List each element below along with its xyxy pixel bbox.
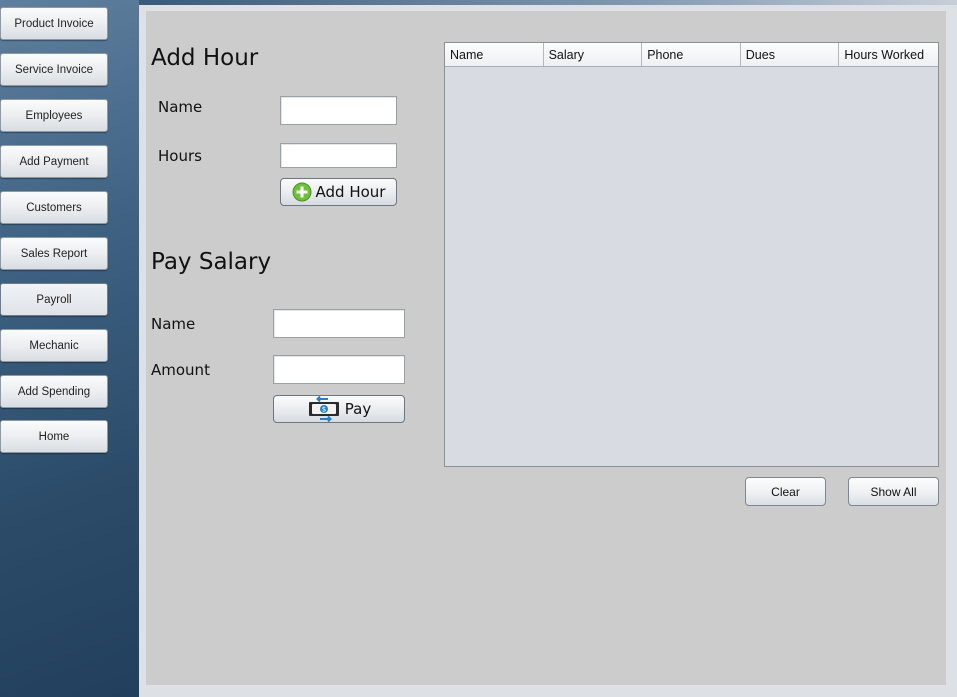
- pay-salary-name-input[interactable]: [273, 309, 405, 338]
- column-header-dues[interactable]: Dues: [741, 43, 840, 66]
- amount-label: Amount: [151, 361, 210, 379]
- money-transfer-icon: $: [307, 395, 341, 423]
- pay-button-label: Pay: [344, 400, 372, 418]
- nav-customers-button[interactable]: Customers: [0, 191, 108, 224]
- show-all-button[interactable]: Show All: [848, 477, 939, 506]
- nav-add-payment-button[interactable]: Add Payment: [0, 145, 108, 178]
- nav-add-spending-button[interactable]: Add Spending: [0, 375, 108, 408]
- amount-input[interactable]: [273, 355, 405, 384]
- nav-employees-button[interactable]: Employees: [0, 99, 108, 132]
- nav-product-invoice-button[interactable]: Product Invoice: [0, 7, 108, 40]
- column-header-hours-worked[interactable]: Hours Worked: [839, 43, 938, 66]
- add-hour-name-input[interactable]: [280, 96, 397, 125]
- column-header-phone[interactable]: Phone: [642, 43, 741, 66]
- nav-sales-report-button[interactable]: Sales Report: [0, 237, 108, 270]
- pay-salary-name-label: Name: [151, 315, 196, 333]
- plus-circle-icon: [292, 182, 312, 202]
- add-hour-heading: Add Hour: [151, 45, 259, 71]
- add-hour-button[interactable]: Add Hour: [280, 178, 397, 206]
- nav-service-invoice-button[interactable]: Service Invoice: [0, 53, 108, 86]
- column-header-name[interactable]: Name: [445, 43, 544, 66]
- svg-text:$: $: [322, 406, 326, 414]
- add-hour-button-label: Add Hour: [315, 183, 386, 201]
- nav-payroll-button[interactable]: Payroll: [0, 283, 108, 316]
- hours-input[interactable]: [280, 143, 397, 168]
- payroll-table[interactable]: Name Salary Phone Dues Hours Worked: [444, 42, 939, 467]
- pay-button[interactable]: $ Pay: [273, 395, 405, 423]
- table-body: [445, 67, 938, 467]
- hours-label: Hours: [158, 147, 202, 165]
- pay-salary-heading: Pay Salary: [151, 249, 272, 275]
- add-hour-name-label: Name: [158, 98, 203, 116]
- nav-mechanic-button[interactable]: Mechanic: [0, 329, 108, 362]
- table-header: Name Salary Phone Dues Hours Worked: [445, 43, 938, 67]
- column-header-salary[interactable]: Salary: [544, 43, 643, 66]
- clear-button[interactable]: Clear: [745, 477, 826, 506]
- nav-home-button[interactable]: Home: [0, 420, 108, 453]
